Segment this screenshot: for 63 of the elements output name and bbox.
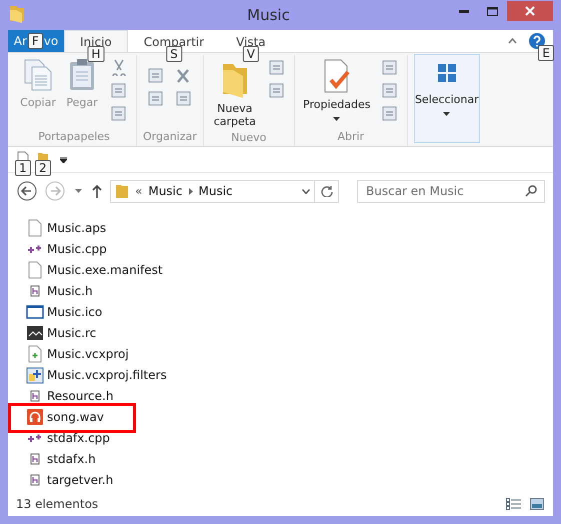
window-title: Music: [246, 6, 291, 24]
headphones-icon: [26, 408, 44, 426]
file-name[interactable]: stdafx.cpp: [47, 430, 110, 444]
file-name[interactable]: Music.vcxproj.filters: [47, 368, 167, 382]
collapse-ribbon-icon: [508, 38, 517, 44]
search-icon: [525, 184, 537, 196]
keytip: V: [242, 46, 259, 62]
overflow-chevron[interactable]: «: [135, 184, 142, 198]
image-file-icon: [26, 324, 44, 342]
dropdown-arrow-icon: [333, 117, 340, 121]
maximize-icon: [486, 6, 498, 16]
window-icon: [26, 302, 44, 320]
keytip: S: [166, 46, 182, 62]
file-name[interactable]: Music.vcxproj: [47, 346, 129, 360]
up-arrow-icon: [92, 184, 102, 198]
file-name[interactable]: Music.cpp: [47, 242, 107, 256]
dropdown-arrow-icon: [74, 189, 82, 193]
group-label: Portapapeles: [37, 130, 111, 145]
group-label: Organizar: [143, 130, 197, 145]
dropdown-arrow-icon: [60, 156, 66, 162]
breadcrumb[interactable]: Music: [198, 184, 233, 198]
copy-icon: [22, 58, 54, 92]
details-view-button[interactable]: [505, 496, 521, 512]
file-name[interactable]: Music.h: [47, 284, 93, 298]
file-name[interactable]: Music.ico: [47, 304, 102, 318]
file-name[interactable]: Music.aps: [47, 220, 106, 234]
details-view-icon: [506, 498, 520, 510]
keytip: H: [87, 46, 104, 62]
dropdown-arrow-icon: [443, 112, 450, 116]
properties-button[interactable]: Propiedades: [300, 55, 373, 124]
chevron-down-icon: [302, 188, 310, 194]
keytip: 1: [15, 160, 31, 176]
close-button[interactable]: [507, 1, 553, 21]
item-count: 13 elementos: [16, 497, 98, 511]
file-name[interactable]: stdafx.h: [47, 452, 96, 466]
file-tab[interactable]: Ar F vo: [8, 30, 64, 52]
file-name[interactable]: song.wav: [47, 410, 104, 424]
file-name[interactable]: Resource.h: [47, 388, 114, 402]
breadcrumb[interactable]: Music: [148, 184, 182, 198]
file-name[interactable]: targetver.h: [47, 472, 114, 486]
close-icon: [525, 6, 535, 16]
back-button[interactable]: [16, 180, 38, 202]
minimize-icon: [459, 10, 469, 12]
group-label: Nuevo: [230, 131, 268, 146]
group-label: Abrir: [336, 130, 366, 145]
folder-icon: [115, 183, 129, 199]
filter-file-icon: [26, 366, 44, 384]
file-name[interactable]: Music.exe.manifest: [47, 262, 163, 276]
project-file-icon: [26, 344, 44, 362]
keytip: F: [28, 33, 43, 49]
document-icon: [26, 218, 44, 236]
file-name[interactable]: Music.rc: [47, 326, 96, 340]
breadcrumb-arrow-icon: [188, 188, 192, 194]
select-button[interactable]: Seleccionar: [414, 54, 480, 143]
thumbnails-view-button[interactable]: [529, 496, 545, 512]
large-icons-view-icon: [530, 498, 544, 510]
folder-icon: [8, 3, 26, 23]
keytip: E: [538, 45, 554, 61]
refresh-icon: [320, 185, 332, 197]
keytip: 2: [35, 160, 51, 176]
document-icon: [26, 260, 44, 278]
address-bar[interactable]: « Music Music: [110, 180, 339, 202]
search-field[interactable]: Buscar en Music: [357, 180, 545, 202]
